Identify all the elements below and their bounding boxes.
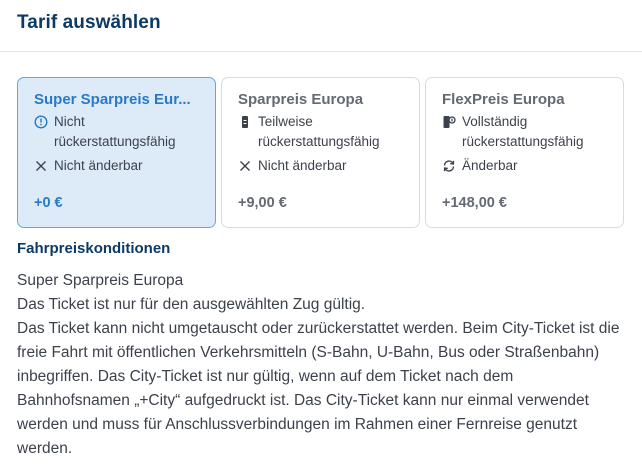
tariff-feature-text: Nicht änderbar — [258, 158, 347, 173]
conditions-line: Das Ticket ist nur für den ausgewählten … — [17, 296, 366, 313]
tariff-feature-text: Änderbar — [462, 158, 518, 173]
tariff-feature-text: Vollständig rückerstattungsfähig — [462, 114, 584, 149]
page-title: Tarif auswählen — [17, 12, 161, 33]
tariff-feature: Vollständig rückerstattungsfähig — [442, 112, 607, 152]
conditions-line: Das Ticket kann nicht umgetauscht oder z… — [17, 320, 620, 457]
tariff-feature: Änderbar — [442, 156, 607, 176]
conditions-line: Super Sparpreis Europa — [17, 272, 184, 289]
tariff-feature-text: Nicht rückerstattungsfähig — [54, 114, 176, 149]
tariff-feature: Nicht änderbar — [238, 156, 403, 176]
tariff-options: Super Sparpreis Eur... Nicht rückerstatt… — [17, 77, 624, 228]
refund-icon — [442, 112, 462, 152]
exchange-icon — [442, 156, 462, 176]
close-icon — [34, 156, 54, 176]
info-circle-icon — [34, 112, 54, 152]
tariff-feature: Teilweise rückerstattungsfähig — [238, 112, 403, 152]
tariff-price: +148,00 € — [442, 195, 507, 211]
close-icon — [238, 156, 258, 176]
tariff-feature: Nicht rückerstattungsfähig — [34, 112, 199, 152]
tariff-feature-text: Nicht änderbar — [54, 158, 143, 173]
tariff-price: +9,00 € — [238, 195, 287, 211]
tariff-card-sparpreis[interactable]: Sparpreis Europa Teilweise rückerstattun… — [221, 77, 420, 228]
tariff-title: Sparpreis Europa — [238, 91, 364, 108]
tariff-card-flexpreis[interactable]: FlexPreis Europa Vollständig rückerstatt… — [425, 77, 624, 228]
tariff-feature: Nicht änderbar — [34, 156, 199, 176]
header: Tarif auswählen — [0, 0, 642, 52]
conditions-title: Fahrpreiskonditionen — [17, 240, 171, 257]
tariff-title: FlexPreis Europa — [442, 91, 565, 108]
tariff-title: Super Sparpreis Eur... — [34, 91, 191, 108]
tariff-card-super-sparpreis[interactable]: Super Sparpreis Eur... Nicht rückerstatt… — [17, 77, 216, 228]
ticket-icon — [238, 112, 258, 152]
conditions-body: Super Sparpreis Europa Das Ticket ist nu… — [17, 269, 623, 461]
tariff-price: +0 € — [34, 195, 63, 211]
tariff-feature-text: Teilweise rückerstattungsfähig — [258, 114, 380, 149]
